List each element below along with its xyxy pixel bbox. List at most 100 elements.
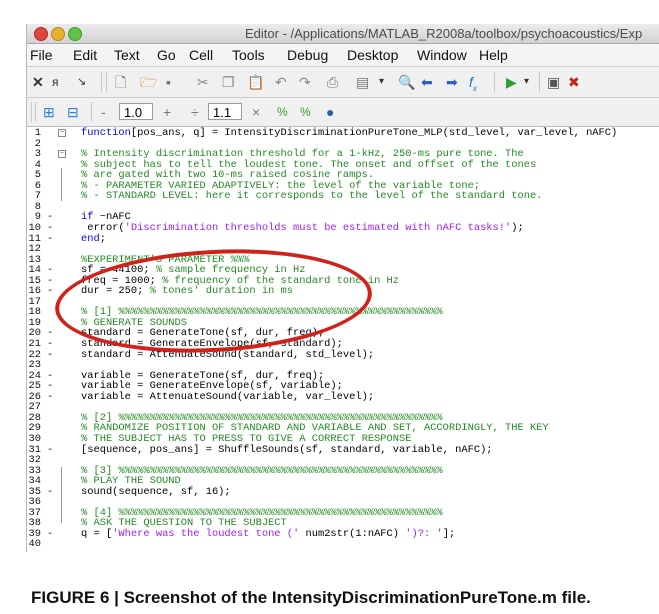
code-text: % are gated with two 10-ms raised cosine… (81, 170, 374, 180)
fold-guide (61, 168, 62, 201)
cell-grid-icon[interactable]: ⊟ (67, 104, 79, 120)
dropdown-arrow-icon[interactable]: ▾ (379, 74, 384, 90)
fold-toggle[interactable]: − (58, 129, 66, 137)
print-icon[interactable]: ⎙ (327, 74, 338, 90)
close-window-button[interactable] (34, 27, 48, 41)
breakpoint-marker[interactable]: - (47, 328, 53, 338)
menu-file[interactable]: File (30, 47, 53, 63)
line-number: 16 (28, 285, 41, 298)
indent-icon[interactable]: ↘ (77, 74, 86, 90)
copy-icon[interactable]: ❐ (222, 74, 235, 90)
breakpoint-marker[interactable]: - (47, 339, 53, 349)
line-number: 22 (28, 348, 41, 361)
line-number: 23 (28, 359, 41, 372)
increment-value-field[interactable]: 1.0 (119, 103, 153, 120)
undo-icon[interactable]: ↶ (275, 74, 287, 90)
line-number: 2 (34, 137, 41, 150)
cell-percent-outline-icon[interactable]: % (300, 104, 311, 120)
toolbar-grip (106, 72, 107, 92)
line-number: 32 (28, 454, 41, 467)
run-icon[interactable]: ▶ (506, 74, 517, 90)
breakpoint-marker[interactable]: - (47, 349, 53, 359)
divide-button[interactable]: ÷ (191, 104, 199, 120)
code-text: % subject has to tell the loudest tone. … (81, 159, 536, 169)
cut-small-icon[interactable]: ✕ (32, 74, 44, 90)
menu-help[interactable]: Help (479, 47, 508, 63)
line-number: 6 (34, 179, 41, 192)
decrement-button[interactable]: - (101, 104, 106, 120)
line-number: 10 (28, 221, 41, 234)
breakpoint-marker[interactable]: - (47, 529, 53, 539)
code-text: variable = GenerateTone(sf, dur, freq); (81, 370, 324, 380)
clear-breakpoint-icon[interactable]: ✖ (568, 74, 580, 90)
forward-arrow-icon[interactable]: ➡ (446, 74, 458, 90)
breakpoint-marker[interactable]: - (47, 381, 53, 391)
code-token: ; (99, 232, 106, 245)
minimize-window-button[interactable] (51, 27, 65, 41)
zoom-window-button[interactable] (68, 27, 82, 41)
line-number: 27 (28, 401, 41, 414)
function-icon[interactable]: fx (469, 74, 477, 97)
open-folder-icon[interactable]: 🗁 (140, 74, 157, 90)
menu-text[interactable]: Text (114, 47, 140, 63)
menu-cell[interactable]: Cell (189, 47, 213, 63)
insert-cell-icon[interactable]: ⊞ (43, 104, 55, 120)
line-number: 14 (28, 264, 41, 277)
code-token: q = [ (81, 527, 113, 540)
code-string: 'Discrimination thresholds must be estim… (124, 221, 512, 234)
fold-toggle[interactable]: − (58, 150, 66, 159)
menu-tools[interactable]: Tools (232, 47, 265, 63)
breakpoint-marker[interactable]: - (47, 444, 53, 454)
line-number: 30 (28, 432, 41, 445)
line-number: 3 (34, 148, 41, 161)
line-number: 24 (28, 369, 41, 382)
save-icon[interactable]: ▪ (166, 74, 171, 90)
line-number: 37 (28, 506, 41, 519)
breakpoint-marker[interactable]: - (47, 392, 53, 402)
cell-percent-icon[interactable]: % (277, 104, 288, 120)
code-token: variable = AttenuateSound(variable, var_… (81, 390, 375, 403)
breakpoint-marker[interactable]: - (47, 233, 53, 243)
figure-caption: FIGURE 6 | Screenshot of the IntensityDi… (31, 588, 591, 607)
cell-info-icon[interactable]: ● (326, 104, 334, 120)
menu-debug[interactable]: Debug (287, 47, 328, 63)
code-token: sound(sequence, sf, 16); (81, 485, 231, 498)
code-token: [pos_ans, q] = IntensityDiscriminationPu… (130, 127, 618, 139)
breakpoint-marker[interactable]: - (47, 275, 53, 285)
increment-button[interactable]: + (163, 104, 171, 120)
new-file-icon[interactable]: 🗋 (115, 74, 126, 90)
line-number: 12 (28, 243, 41, 256)
back-arrow-icon[interactable]: ⬅ (421, 74, 433, 90)
multiply-button[interactable]: × (252, 104, 260, 120)
dropdown-arrow-icon[interactable]: ▾ (524, 74, 529, 90)
code-text: variable = AttenuateSound(variable, var_… (81, 392, 374, 402)
comment-icon[interactable]: ▤ (356, 74, 369, 90)
menu-go[interactable]: Go (157, 47, 176, 63)
cut-icon[interactable]: ✂ (197, 74, 209, 90)
redo-icon[interactable]: ↷ (299, 74, 311, 90)
line-number: 5 (34, 169, 41, 182)
breakpoint-marker[interactable]: - (47, 286, 53, 296)
bracket-icon[interactable]: ᴙ (52, 74, 59, 90)
factor-value-field[interactable]: 1.1 (208, 103, 242, 120)
line-number: 38 (28, 517, 41, 530)
menu-window[interactable]: Window (417, 47, 467, 63)
code-text: variable = GenerateEnvelope(sf, variable… (81, 381, 343, 391)
breakpoint-marker[interactable]: - (47, 486, 53, 496)
code-text: % [3] %%%%%%%%%%%%%%%%%%%%%%%%%%%%%%%%%%… (81, 465, 443, 475)
line-number: 35 (28, 485, 41, 498)
menu-desktop[interactable]: Desktop (347, 47, 398, 63)
line-number: 33 (28, 464, 41, 477)
breakpoint-marker[interactable]: - (47, 265, 53, 275)
breakpoint-marker[interactable]: - (47, 212, 53, 222)
find-icon[interactable]: 🔍 (398, 74, 415, 90)
paste-icon[interactable]: 📋 (247, 74, 264, 90)
code-token: ]; (442, 527, 456, 540)
breakpoint-marker[interactable]: - (47, 223, 53, 233)
code-string: ')?: ' (405, 527, 443, 540)
breakpoint-marker[interactable]: - (47, 370, 53, 380)
menu-edit[interactable]: Edit (73, 47, 97, 63)
breakpoint-icon[interactable]: ▣ (547, 74, 560, 90)
code-text: % RANDOMIZE POSITION OF STANDARD AND VAR… (81, 423, 549, 433)
code-text: function[pos_ans, q] = IntensityDiscrimi… (81, 128, 617, 138)
